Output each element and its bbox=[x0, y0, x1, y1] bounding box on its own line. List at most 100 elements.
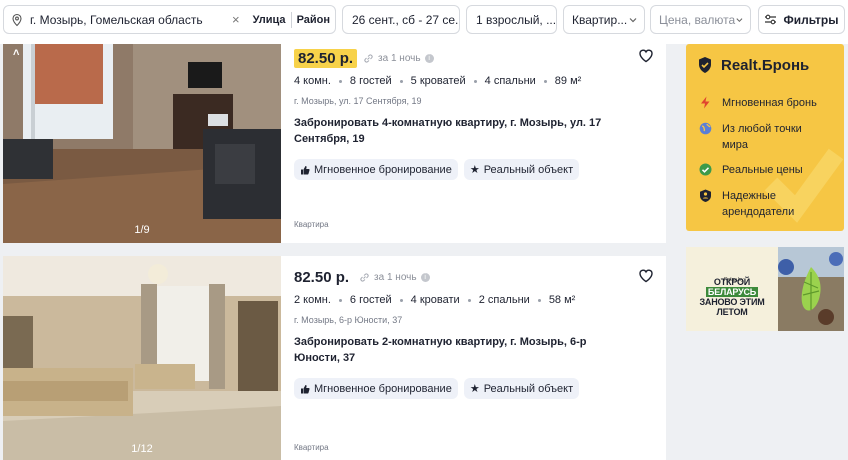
favorite-heart-icon[interactable] bbox=[638, 48, 654, 63]
promo-item: Надежные арендодатели bbox=[699, 188, 819, 220]
rooms: 4 комн. bbox=[294, 75, 331, 87]
specs-row: 2 комн. 6 гостей 4 кровати 2 спальни 58 … bbox=[294, 294, 575, 306]
guests: 8 гостей bbox=[349, 75, 392, 87]
per-night-label: за 1 ночь bbox=[374, 272, 417, 283]
address: г. Мозырь, ул. 17 Сентября, 19 bbox=[294, 96, 422, 106]
price-row: 82.50 р. за 1 ночь i bbox=[294, 49, 434, 68]
area: 58 м² bbox=[548, 294, 576, 306]
per-night-label: за 1 ночь bbox=[378, 53, 421, 64]
badges: Мгновенное бронирование ★ Реальный объек… bbox=[294, 159, 580, 180]
photo-counter: 1/12 bbox=[131, 443, 153, 455]
specs-row: 4 комн. 8 гостей 5 кроватей 4 спальни 89… bbox=[294, 75, 581, 87]
separator-dot bbox=[473, 79, 477, 83]
real-object-badge: ★ Реальный объект bbox=[463, 159, 580, 180]
address: г. Мозырь, 6-р Юности, 37 bbox=[294, 315, 403, 325]
separator-dot bbox=[399, 298, 403, 302]
clear-location-icon[interactable]: × bbox=[232, 12, 240, 27]
real-object-badge: ★ Реальный объект bbox=[463, 378, 580, 399]
separator-dot bbox=[543, 79, 547, 83]
promo-item-label: Мгновенная бронь bbox=[722, 97, 817, 109]
shield-check-icon bbox=[699, 57, 711, 73]
thumbs-up-icon bbox=[301, 384, 310, 393]
banner-highlight: БЕЛАРУСЬ bbox=[705, 287, 759, 297]
instant-booking-label: Мгновенное бронирование bbox=[314, 382, 452, 395]
real-object-label: Реальный объект bbox=[483, 382, 574, 395]
promo-item-label: Реальные цены bbox=[722, 164, 803, 176]
promo-title: Realt.Бронь bbox=[721, 56, 810, 74]
star-icon: ★ bbox=[469, 164, 480, 176]
beds: 4 кровати bbox=[410, 294, 460, 306]
promo-header: Realt.Бронь bbox=[697, 56, 809, 74]
favorite-heart-icon[interactable] bbox=[638, 268, 654, 283]
property-type: Квартира bbox=[294, 443, 329, 452]
filters-button[interactable]: Фильтры bbox=[758, 5, 845, 34]
dates-value: 26 сент., сб - 27 се... bbox=[352, 12, 460, 27]
separator-dot bbox=[399, 79, 403, 83]
district-tag[interactable]: Район bbox=[292, 14, 335, 26]
photo-counter: 1/9 bbox=[134, 224, 150, 236]
separator-dot bbox=[338, 298, 342, 302]
filter-bar: г. Мозырь, Гомельская область × Улица Ра… bbox=[0, 0, 848, 44]
relax-ad-banner[interactable]: Relax.by ОТКРОЙ БЕЛАРУСЬ ЗАНОВО ЭТИМ ЛЕТ… bbox=[686, 247, 844, 331]
person-icon bbox=[700, 189, 711, 202]
listing-info: 82.50 р. за 1 ночь i 2 комн. 6 гостей 4 … bbox=[294, 256, 666, 460]
banner-line: БЕЛАРУСЬ bbox=[688, 287, 776, 297]
separator-dot bbox=[467, 298, 471, 302]
price: 82.50 р. bbox=[294, 49, 358, 68]
living-room-photo bbox=[3, 256, 281, 460]
badges: Мгновенное бронирование ★ Реальный объек… bbox=[294, 378, 580, 399]
separator-dot bbox=[338, 79, 342, 83]
listing-photo[interactable]: ˄ 1/9 bbox=[3, 44, 281, 243]
promo-item: Реальные цены bbox=[699, 162, 803, 178]
instant-booking-badge: Мгновенное бронирование bbox=[294, 159, 458, 180]
price-currency-select[interactable]: Цена, валюта bbox=[650, 5, 751, 34]
listing-card[interactable]: 1/12 82.50 р. за 1 ночь i 2 комн. 6 гост… bbox=[3, 256, 666, 460]
location-value: г. Мозырь, Гомельская область bbox=[30, 12, 203, 27]
real-object-label: Реальный объект bbox=[483, 163, 574, 176]
realt-bron-promo[interactable]: Realt.Бронь Мгновенная бронь Из любой то… bbox=[686, 44, 844, 231]
chevron-down-icon bbox=[736, 17, 743, 22]
promo-item-label: Надежные арендодатели bbox=[722, 190, 795, 218]
guests-value: 1 взрослый, ... bbox=[476, 12, 557, 27]
living-room-photo bbox=[3, 44, 281, 243]
instant-booking-badge: Мгновенное бронирование bbox=[294, 378, 458, 399]
bedrooms: 4 спальни bbox=[484, 75, 536, 87]
listing-photo[interactable]: 1/12 bbox=[3, 256, 281, 460]
instant-booking-label: Мгновенное бронирование bbox=[314, 163, 452, 176]
street-tag[interactable]: Улица bbox=[248, 14, 291, 26]
location-input[interactable]: г. Мозырь, Гомельская область × Улица Ра… bbox=[3, 5, 336, 34]
listing-title[interactable]: Забронировать 4-комнатную квартиру, г. М… bbox=[294, 115, 614, 147]
price: 82.50 р. bbox=[294, 269, 350, 286]
price-row: 82.50 р. за 1 ночь i bbox=[294, 268, 430, 287]
listing-title[interactable]: Забронировать 2-комнатную квартиру, г. М… bbox=[294, 334, 614, 366]
thumbs-up-icon bbox=[301, 165, 310, 174]
dates-field[interactable]: 26 сент., сб - 27 се... bbox=[342, 5, 460, 34]
sliders-icon bbox=[765, 14, 777, 25]
chevron-down-icon bbox=[629, 17, 637, 22]
listing-card[interactable]: ˄ 1/9 82.50 р. за 1 ночь i 4 комн. 8 гос… bbox=[3, 44, 666, 243]
area: 89 м² bbox=[554, 75, 582, 87]
guests-field[interactable]: 1 взрослый, ... bbox=[466, 5, 557, 34]
banner-line: ЛЕТОМ bbox=[716, 307, 748, 317]
rooms: 2 комн. bbox=[294, 294, 331, 306]
info-icon[interactable]: i bbox=[424, 54, 434, 63]
globe-icon bbox=[699, 122, 712, 135]
separator-dot bbox=[537, 298, 541, 302]
bedrooms: 2 спальни bbox=[478, 294, 530, 306]
star-icon: ★ bbox=[469, 383, 480, 395]
check-icon bbox=[699, 163, 712, 176]
price-placeholder: Цена, валюта bbox=[659, 12, 736, 27]
collapse-up-icon[interactable]: ˄ bbox=[13, 47, 19, 59]
filters-label: Фильтры bbox=[783, 12, 839, 27]
property-type-value: Квартир... bbox=[572, 12, 628, 27]
banner-slogan: ОТКРОЙ БЕЛАРУСЬ ЗАНОВО ЭТИМ ЛЕТОМ bbox=[688, 277, 776, 317]
per-night: за 1 ночь i bbox=[359, 272, 430, 283]
info-icon[interactable]: i bbox=[420, 273, 430, 282]
map-pin-icon bbox=[10, 13, 24, 27]
banner-line: ОТКРОЙ bbox=[713, 277, 751, 287]
listing-info: 82.50 р. за 1 ночь i 4 комн. 8 гостей 5 … bbox=[294, 44, 666, 243]
property-type-select[interactable]: Квартир... bbox=[563, 5, 645, 34]
lightning-icon bbox=[701, 96, 710, 109]
promo-item-label: Из любой точки мира bbox=[722, 123, 802, 151]
banner-line: ЗАНОВО ЭТИМ bbox=[699, 297, 765, 307]
